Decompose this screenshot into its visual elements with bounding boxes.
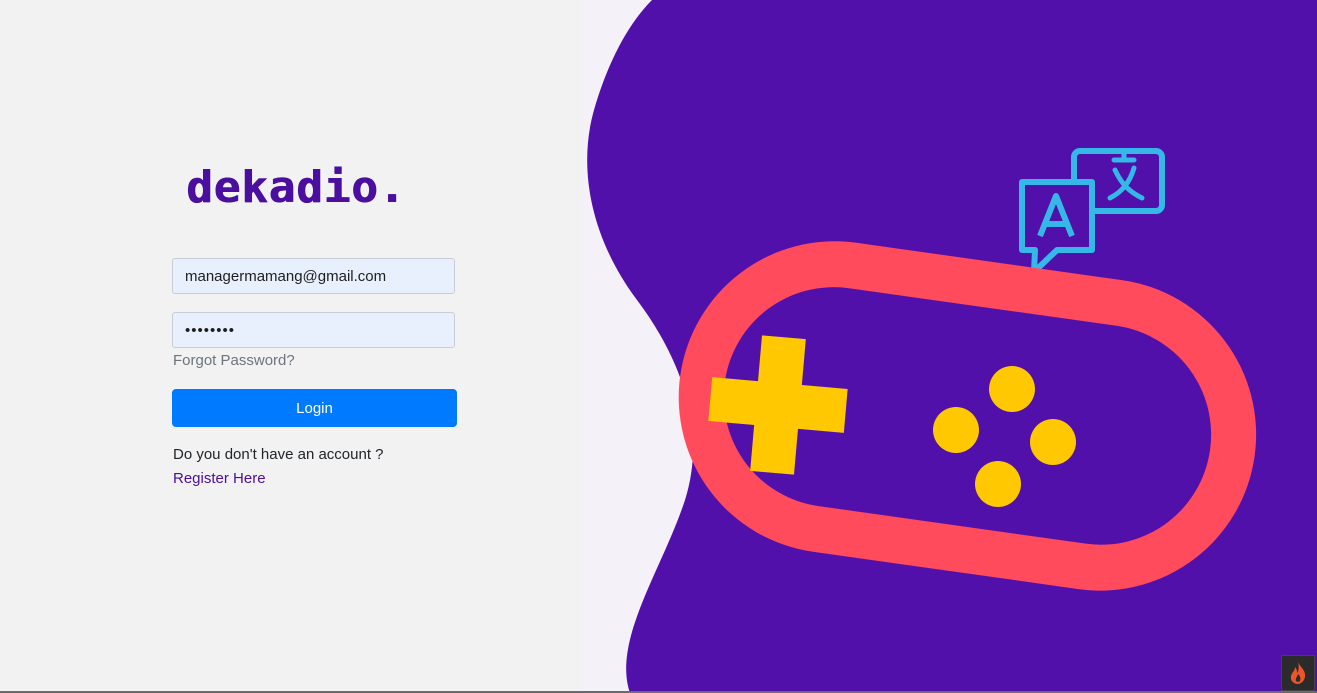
forgot-password-link[interactable]: Forgot Password? bbox=[173, 352, 295, 369]
corner-flame-button[interactable] bbox=[1281, 655, 1315, 691]
email-field[interactable] bbox=[172, 258, 455, 294]
illustration-panel bbox=[582, 0, 1317, 693]
no-account-text: Do you don't have an account ? bbox=[173, 446, 384, 463]
brand-logo: dekadio. bbox=[186, 162, 406, 213]
flame-icon bbox=[1290, 662, 1306, 684]
register-link[interactable]: Register Here bbox=[173, 470, 266, 487]
login-page: dekadio. Forgot Password? Login Do you d… bbox=[0, 0, 1317, 693]
password-field[interactable] bbox=[172, 312, 455, 348]
login-button[interactable]: Login bbox=[172, 389, 457, 427]
login-panel: dekadio. Forgot Password? Login Do you d… bbox=[0, 0, 582, 693]
game-illustration bbox=[582, 0, 1317, 693]
